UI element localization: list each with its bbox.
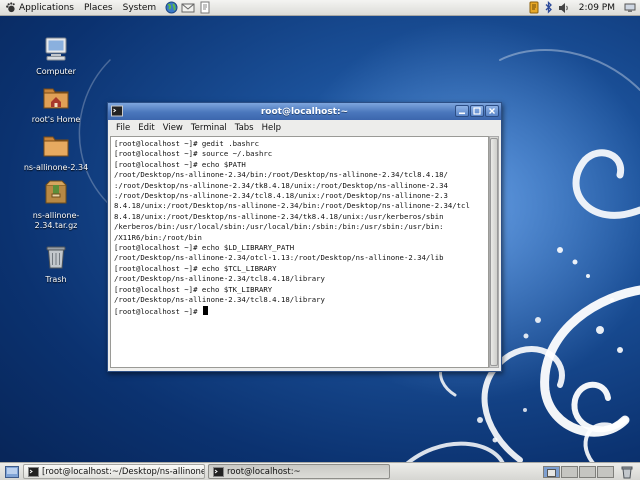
terminal-line: [root@localhost ~]# echo $TCL_LIBRARY — [114, 263, 277, 273]
taskbar-item-terminal-home[interactable]: root@localhost:~ — [208, 464, 390, 479]
home-folder-icon — [41, 82, 71, 112]
maximize-icon — [473, 107, 481, 115]
menu-view[interactable]: View — [159, 123, 187, 133]
taskbar-item-label: [root@localhost:~/Desktop/ns-allinone-..… — [42, 466, 205, 477]
window-controls — [455, 105, 499, 117]
folder-icon — [41, 130, 71, 160]
terminal-line: [root@localhost ~]# echo $LD_LIBRARY_PAT… — [114, 243, 295, 253]
notes-icon — [200, 1, 210, 14]
terminal-line: :/root/Desktop/ns-allinone-2.34/tcl8.4.1… — [114, 191, 448, 201]
terminal-line: 8.4.18/unix:/root/Desktop/ns-allinone-2.… — [114, 211, 444, 221]
maximize-button[interactable] — [470, 105, 484, 117]
update-notifier-icon[interactable] — [529, 1, 539, 14]
desktop-icon-label: ns-allinone-2.34.tar.gz — [32, 211, 80, 230]
menu-terminal[interactable]: Terminal — [187, 123, 231, 133]
desktop-icon-label: Trash — [45, 275, 67, 284]
trash-icon — [41, 242, 71, 272]
terminal-prompt-line[interactable]: [root@localhost ~]# — [114, 305, 487, 317]
scrollbar-thumb[interactable] — [490, 138, 498, 366]
desktop-icon-ns-archive[interactable]: ns-allinone-2.34.tar.gz — [8, 178, 104, 231]
terminal-line: /X11R6/bin:/root/bin — [114, 232, 202, 242]
workspace-2[interactable] — [561, 465, 578, 478]
system-menu-label: System — [122, 2, 157, 13]
applications-menu[interactable]: Applications — [0, 0, 79, 16]
archive-icon — [41, 178, 71, 208]
taskbar-item-label: root@localhost:~ — [227, 466, 301, 477]
terminal-scrollbar[interactable] — [489, 136, 499, 368]
terminal-task-icon — [28, 466, 39, 477]
terminal-task-icon — [213, 466, 224, 477]
terminal-prompt: [root@localhost ~]# — [114, 306, 202, 316]
places-menu-label: Places — [83, 2, 113, 13]
system-tray: 2:09 PM — [529, 0, 640, 16]
taskbar-item-terminal-desktop[interactable]: [root@localhost:~/Desktop/ns-allinone-..… — [23, 464, 205, 479]
minimize-button[interactable] — [455, 105, 469, 117]
minimize-icon — [459, 112, 465, 115]
desktop-icon-computer[interactable]: Computer — [8, 34, 104, 77]
web-browser-launcher[interactable] — [164, 1, 178, 14]
menu-tabs[interactable]: Tabs — [231, 123, 258, 133]
terminal-window: root@localhost:~ File Edit View Terminal… — [107, 102, 502, 372]
globe-icon — [165, 1, 178, 14]
bluetooth-icon[interactable] — [544, 1, 553, 14]
terminal-app-icon[interactable] — [111, 105, 123, 117]
places-menu[interactable]: Places — [79, 0, 118, 16]
desktop-icon-label: root's Home — [31, 115, 81, 124]
email-launcher[interactable] — [181, 1, 195, 14]
terminal-menubar: File Edit View Terminal Tabs Help — [108, 120, 501, 135]
terminal-line: /kerberos/bin:/usr/local/sbin:/usr/local… — [114, 222, 444, 232]
top-panel: Applications Places System 2:09 PM — [0, 0, 640, 16]
menu-file[interactable]: File — [112, 123, 134, 133]
terminal-line: /root/Desktop/ns-allinone-2.34/tcl8.4.18… — [114, 274, 325, 284]
desktop-icon-ns-folder[interactable]: ns-allinone-2.34 — [8, 130, 104, 173]
workspace-1[interactable] — [543, 465, 560, 478]
volume-icon[interactable] — [558, 2, 570, 14]
terminal-line: [root@localhost ~]# echo $PATH — [114, 159, 246, 169]
desktop-icon-trash[interactable]: Trash — [8, 242, 104, 285]
workspace-3[interactable] — [579, 465, 596, 478]
desktop-icon-label: Computer — [36, 67, 76, 76]
terminal-line: /root/Desktop/ns-allinone-2.34/tcl8.4.18… — [114, 295, 325, 305]
bottom-panel: [root@localhost:~/Desktop/ns-allinone-..… — [0, 462, 640, 480]
network-icon[interactable] — [624, 2, 636, 14]
terminal-line: 8.4.18/unix:/root/Desktop/ns-allinone-2.… — [114, 201, 470, 211]
gnome-foot-icon — [6, 2, 15, 13]
window-title: root@localhost:~ — [260, 106, 349, 117]
terminal-output[interactable]: [root@localhost ~]# gedit .bashrc [root@l… — [110, 136, 489, 368]
panel-clock[interactable]: 2:09 PM — [575, 3, 619, 13]
desktop-icon-home[interactable]: root's Home — [8, 82, 104, 125]
terminal-line: /root/Desktop/ns-allinone-2.34/otcl-1.13… — [114, 253, 444, 263]
applications-menu-label: Applications — [19, 2, 74, 13]
workspace-4[interactable] — [597, 465, 614, 478]
terminal-line: :/root/Desktop/ns-allinone-2.34/tk8.4.18… — [114, 180, 448, 190]
desktop-icon-label: ns-allinone-2.34 — [23, 163, 89, 172]
terminal-line: [root@localhost ~]# echo $TK_LIBRARY — [114, 284, 273, 294]
terminal-line: /root/Desktop/ns-allinone-2.34/bin:/root… — [114, 170, 448, 180]
terminal-line: [root@localhost ~]# gedit .bashrc — [114, 139, 259, 148]
menu-help[interactable]: Help — [258, 123, 285, 133]
close-icon — [489, 108, 495, 114]
computer-icon — [41, 34, 71, 64]
menu-edit[interactable]: Edit — [134, 123, 158, 133]
system-menu[interactable]: System — [118, 0, 162, 16]
mail-icon — [181, 3, 195, 12]
terminal-line: [root@localhost ~]# source ~/.bashrc — [114, 149, 273, 159]
notes-launcher[interactable] — [198, 1, 212, 14]
text-cursor — [202, 305, 208, 315]
trash-applet-icon[interactable] — [620, 465, 634, 479]
close-button[interactable] — [485, 105, 499, 117]
terminal-titlebar[interactable]: root@localhost:~ — [108, 103, 501, 120]
show-desktop-icon[interactable] — [5, 465, 19, 478]
workspace-switcher — [543, 465, 614, 478]
